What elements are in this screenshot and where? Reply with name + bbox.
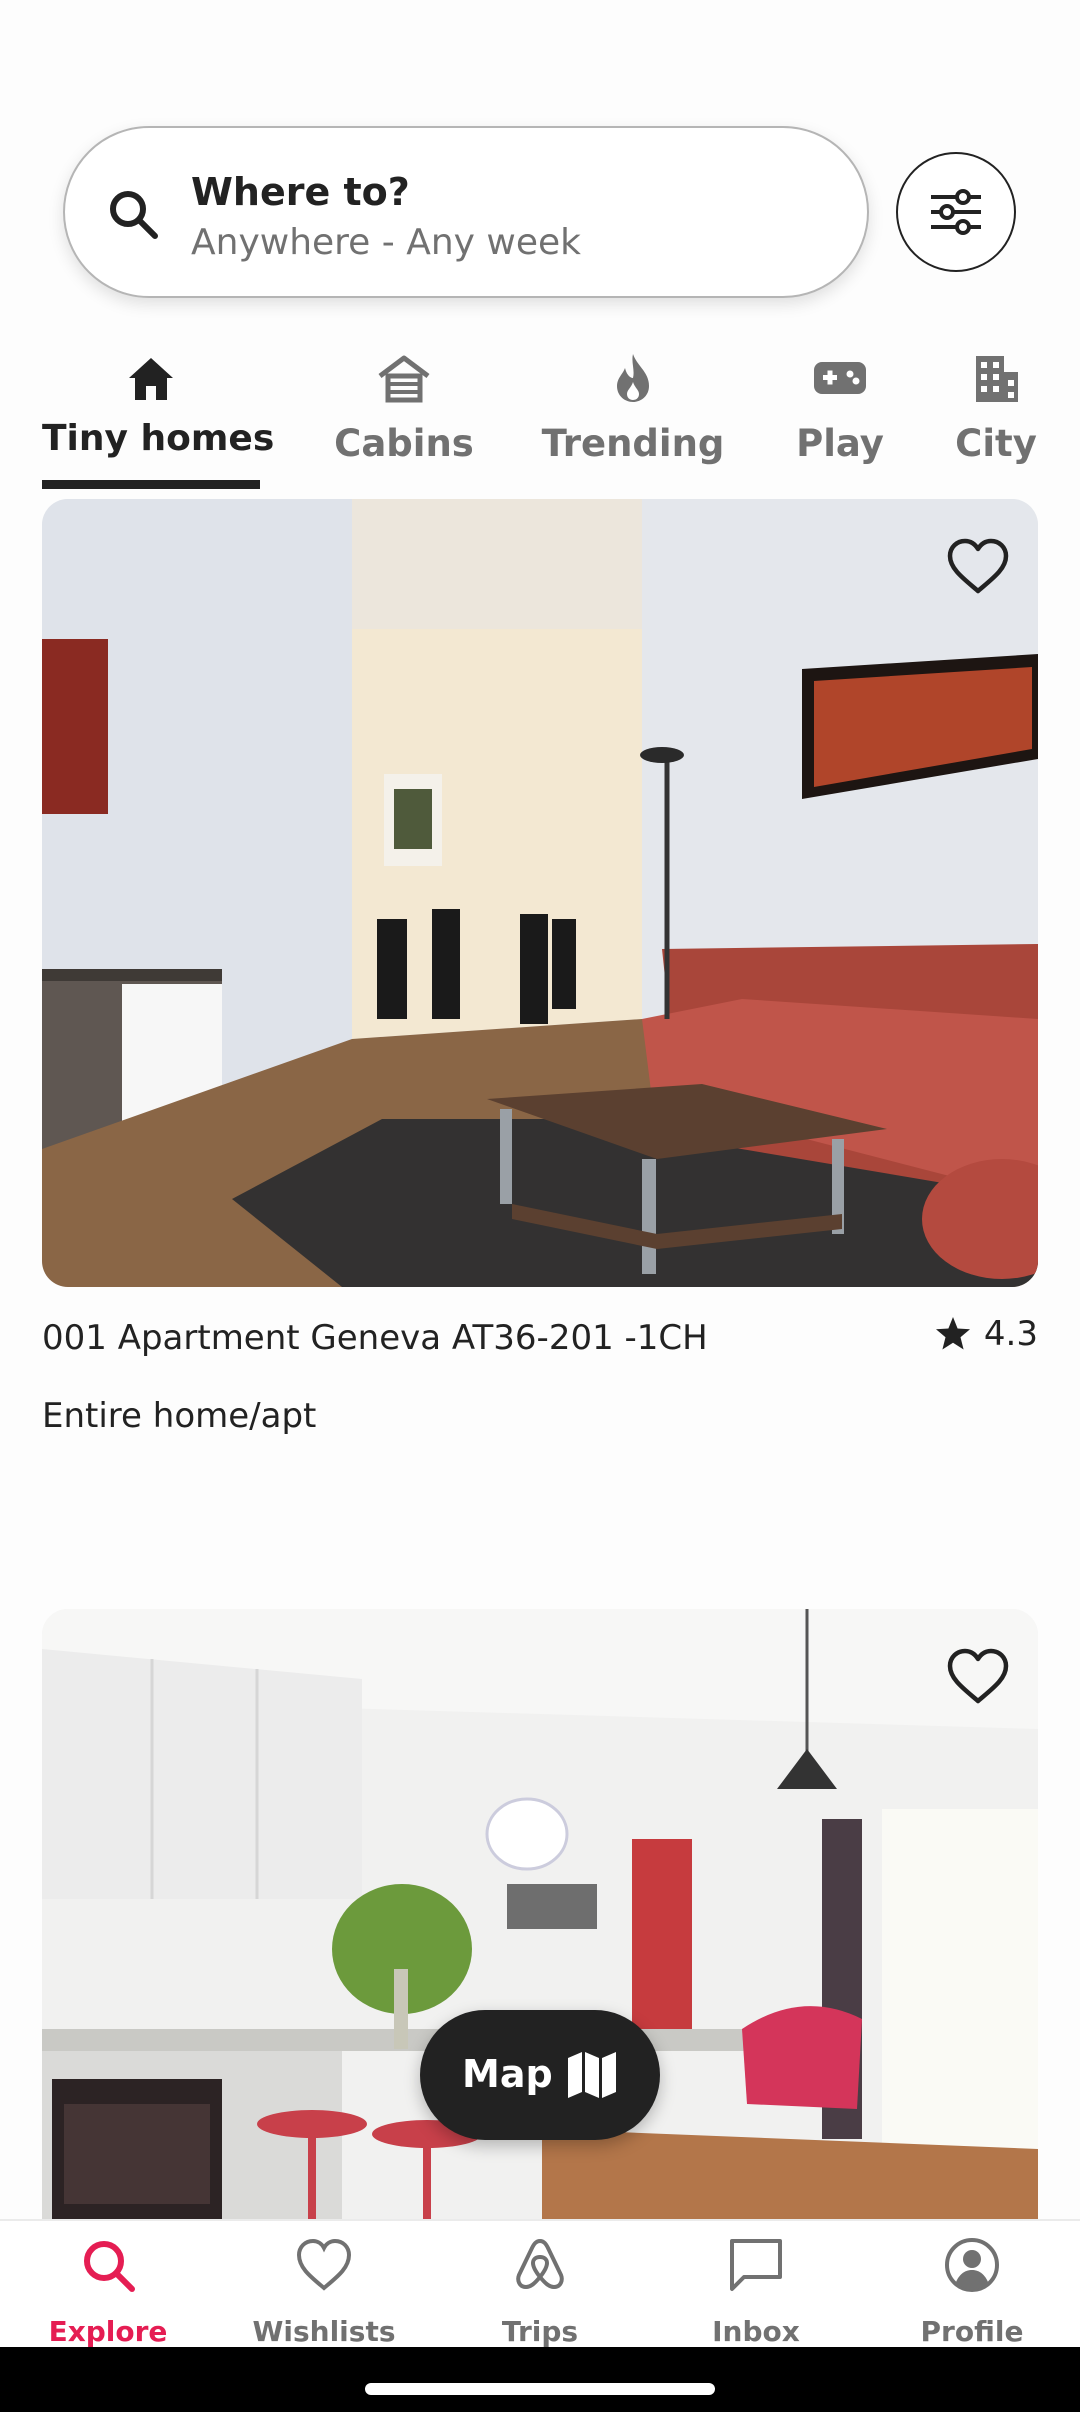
nav-label: Explore: [48, 2315, 168, 2348]
cabin-icon: [378, 355, 430, 403]
heart-icon[interactable]: [946, 1647, 1010, 1707]
star-icon: [935, 1317, 970, 1350]
tab-label: Trending: [541, 422, 725, 465]
search-icon: [84, 2241, 135, 2292]
tab-label: City: [955, 422, 1037, 465]
sliders-icon: [931, 189, 981, 235]
bottom-navigation: Explore Wishlists Trips Inbox Profile: [0, 2219, 1080, 2349]
map-button-label: Map: [462, 2052, 553, 2096]
nav-label: Trips: [501, 2315, 579, 2348]
gamepad-icon: [814, 362, 866, 394]
tab-cabins[interactable]: Cabins: [330, 340, 478, 500]
search-icon: [110, 191, 158, 239]
search-title: Where to?: [191, 170, 410, 214]
listing-rating: 4.3: [934, 1314, 1038, 1354]
tab-label: Play: [796, 422, 884, 465]
heart-icon: [296, 2238, 352, 2291]
map-icon: [568, 2052, 616, 2098]
filters-button[interactable]: [896, 152, 1016, 272]
nav-inbox[interactable]: Inbox: [648, 2221, 864, 2349]
home-indicator[interactable]: [365, 2383, 715, 2395]
rating-value: 4.3: [983, 1314, 1038, 1354]
nav-label: Profile: [920, 2315, 1024, 2348]
tab-play[interactable]: Play: [790, 340, 890, 500]
listing-photo[interactable]: [42, 499, 1038, 1287]
nav-trips[interactable]: Trips: [432, 2221, 648, 2349]
nav-label: Wishlists: [252, 2315, 396, 2348]
nav-label: Inbox: [712, 2315, 800, 2348]
user-circle-icon: [945, 2238, 999, 2292]
active-tab-indicator: [42, 480, 260, 489]
flame-icon: [617, 354, 649, 402]
living-room-photo: [42, 499, 1038, 1287]
airbnb-logo-icon: [516, 2239, 564, 2289]
tab-city[interactable]: City: [950, 340, 1042, 500]
listing-title[interactable]: 001 Apartment Geneva AT36-201 -1CH: [42, 1318, 708, 1358]
tab-label: Tiny homes: [42, 418, 275, 459]
nav-wishlists[interactable]: Wishlists: [216, 2221, 432, 2349]
heart-icon[interactable]: [946, 537, 1010, 597]
tab-label: Cabins: [334, 422, 474, 465]
house-icon: [129, 358, 173, 400]
building-icon: [976, 356, 1018, 402]
search-subtitle: Anywhere - Any week: [191, 222, 581, 263]
message-icon: [730, 2239, 782, 2291]
system-navigation-bar: [0, 2347, 1080, 2412]
status-bar: [0, 0, 1080, 110]
tab-trending[interactable]: Trending: [540, 340, 726, 500]
nav-profile[interactable]: Profile: [864, 2221, 1080, 2349]
category-tabs: Tiny homes Cabins Trending Play City: [0, 340, 1080, 500]
map-button[interactable]: Map: [420, 2010, 660, 2140]
tab-tiny-homes[interactable]: Tiny homes: [42, 340, 275, 500]
search-bar[interactable]: Where to? Anywhere - Any week: [63, 126, 869, 298]
nav-explore[interactable]: Explore: [0, 2221, 216, 2349]
listing-type: Entire home/apt: [42, 1396, 317, 1436]
